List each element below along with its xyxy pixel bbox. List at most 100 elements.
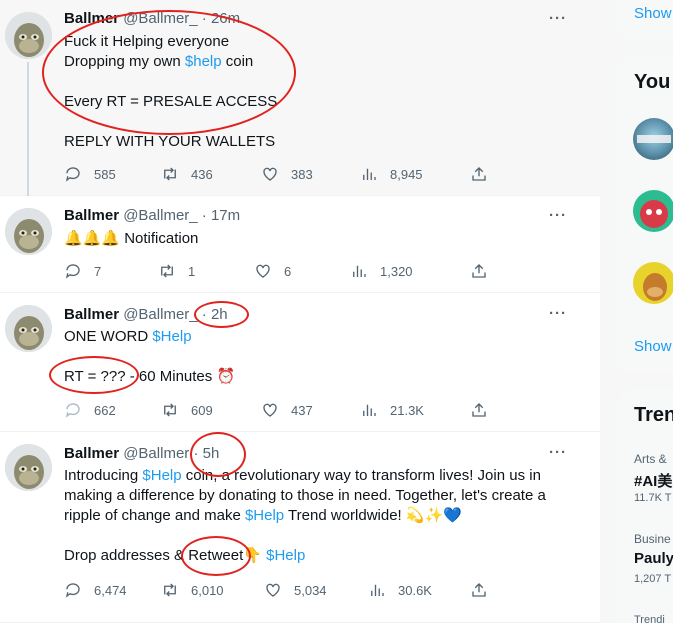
timestamp[interactable]: 5h bbox=[203, 445, 220, 462]
retweet-button[interactable]: 1 bbox=[158, 261, 195, 281]
like-button[interactable]: 437 bbox=[261, 400, 313, 420]
tweet[interactable]: Ballmer @Ballmer_ · 26m ··· Fuck it Help… bbox=[0, 0, 600, 196]
views-button[interactable]: 30.6K bbox=[368, 580, 432, 600]
avatar[interactable] bbox=[633, 262, 673, 304]
reply-icon bbox=[65, 264, 80, 279]
tweet-text: Introducing $Help coin, a revolutionary … bbox=[64, 466, 574, 566]
retweet-count: 1 bbox=[188, 263, 196, 279]
reply-button[interactable]: 662 bbox=[64, 400, 116, 420]
tweet[interactable]: Ballmer @Ballmer_ · 2h ··· ONE WORD $Hel… bbox=[0, 293, 600, 432]
thread-connector bbox=[27, 62, 29, 196]
trend-category: Busine bbox=[634, 532, 671, 546]
display-name[interactable]: Ballmer bbox=[64, 445, 119, 462]
avatar[interactable] bbox=[5, 12, 52, 59]
text-line: Drop addresses & Retweet👇 $Help bbox=[64, 546, 574, 566]
share-button[interactable] bbox=[470, 261, 488, 281]
retweet-button[interactable]: 6,010 bbox=[161, 580, 224, 600]
views-button[interactable]: 21.3K bbox=[360, 400, 424, 420]
views-icon bbox=[371, 584, 384, 596]
reply-button[interactable]: 7 bbox=[64, 261, 101, 281]
avatar[interactable] bbox=[5, 208, 52, 255]
timeline-feed: Ballmer @Ballmer_ · 26m ··· Fuck it Help… bbox=[0, 0, 600, 623]
tweet-actions: 585 436 383 8,945 bbox=[64, 164, 494, 184]
show-more-link[interactable]: Show bbox=[634, 338, 672, 355]
tweet-header: Ballmer @Ballmer_ · 17m bbox=[64, 206, 240, 226]
more-options-icon[interactable]: ··· bbox=[548, 306, 568, 327]
view-count: 21.3K bbox=[390, 402, 424, 418]
text-fragment: ONE WORD bbox=[64, 328, 153, 345]
reply-button[interactable]: 585 bbox=[64, 164, 116, 184]
text-line: RT = ??? - 60 Minutes ⏰ bbox=[64, 368, 236, 385]
sidebar-card-top: Show bbox=[617, 0, 673, 40]
more-options-icon[interactable]: ··· bbox=[548, 11, 568, 32]
like-count: 437 bbox=[291, 402, 313, 418]
trend-name[interactable]: #AI美 bbox=[634, 470, 672, 491]
cashtag-link[interactable]: $Help bbox=[266, 547, 305, 564]
avatar[interactable] bbox=[5, 305, 52, 352]
tweet[interactable]: Ballmer @Ballmer · 5h ··· Introducing $H… bbox=[0, 432, 600, 623]
like-button[interactable]: 5,034 bbox=[264, 580, 327, 600]
text-line: 🔔🔔🔔 Notification bbox=[64, 230, 199, 247]
like-button[interactable]: 6 bbox=[254, 261, 291, 281]
like-button[interactable]: 383 bbox=[261, 164, 313, 184]
user-handle[interactable]: @Ballmer_ bbox=[123, 306, 197, 323]
views-button[interactable]: 8,945 bbox=[360, 164, 423, 184]
tweet-actions: 7 1 6 1,320 bbox=[64, 261, 494, 281]
display-name[interactable]: Ballmer bbox=[64, 10, 119, 27]
share-button[interactable] bbox=[470, 400, 488, 420]
views-button[interactable]: 1,320 bbox=[350, 261, 413, 281]
more-options-icon[interactable]: ··· bbox=[548, 208, 568, 229]
user-handle[interactable]: @Ballmer_ bbox=[123, 207, 197, 224]
who-to-follow-card: You Show bbox=[617, 56, 673, 374]
share-icon bbox=[472, 403, 486, 417]
tweet-header: Ballmer @Ballmer · 5h bbox=[64, 444, 219, 464]
timestamp[interactable]: 2h bbox=[211, 306, 228, 323]
retweet-button[interactable]: 436 bbox=[161, 164, 213, 184]
tweet-header: Ballmer @Ballmer_ · 2h bbox=[64, 305, 228, 325]
tweet-text: ONE WORD $Help RT = ??? - 60 Minutes ⏰ bbox=[64, 327, 574, 387]
separator: · bbox=[201, 207, 207, 224]
tweet-text: Fuck it Helping everyone Dropping my own… bbox=[64, 32, 574, 152]
share-icon bbox=[472, 167, 486, 181]
views-icon bbox=[353, 265, 366, 277]
share-button[interactable] bbox=[470, 580, 488, 600]
avatar[interactable] bbox=[633, 118, 673, 160]
timestamp[interactable]: 26m bbox=[211, 10, 240, 27]
cashtag-link[interactable]: $Help bbox=[152, 328, 191, 345]
user-handle[interactable]: @Ballmer_ bbox=[123, 10, 197, 27]
display-name[interactable]: Ballmer bbox=[64, 207, 119, 224]
views-icon bbox=[363, 404, 376, 416]
reply-button[interactable]: 6,474 bbox=[64, 580, 127, 600]
trend-name[interactable]: Pauly bbox=[634, 550, 673, 567]
text-fragment: Introducing bbox=[64, 467, 143, 484]
timestamp[interactable]: 17m bbox=[211, 207, 240, 224]
tweet-header: Ballmer @Ballmer_ · 26m bbox=[64, 9, 240, 29]
more-options-icon[interactable]: ··· bbox=[548, 445, 568, 466]
user-handle[interactable]: @Ballmer bbox=[123, 445, 189, 462]
cashtag-link[interactable]: $help bbox=[185, 53, 222, 70]
show-more-link[interactable]: Show bbox=[634, 5, 672, 22]
text-fragment: Trend worldwide! 💫✨💙 bbox=[284, 507, 462, 524]
separator: · bbox=[201, 10, 207, 27]
retweet-button[interactable]: 609 bbox=[161, 400, 213, 420]
reply-count: 7 bbox=[94, 263, 102, 279]
who-to-follow-title: You bbox=[634, 71, 671, 93]
share-icon bbox=[472, 264, 486, 278]
display-name[interactable]: Ballmer bbox=[64, 306, 119, 323]
reply-count: 585 bbox=[94, 166, 116, 182]
cashtag-link[interactable]: $Help bbox=[142, 467, 181, 484]
avatar[interactable] bbox=[633, 190, 673, 232]
view-count: 30.6K bbox=[398, 582, 432, 598]
separator: · bbox=[201, 306, 207, 323]
tweet[interactable]: Ballmer @Ballmer_ · 17m ··· 🔔🔔🔔 Notifica… bbox=[0, 196, 600, 293]
cashtag-link[interactable]: $Help bbox=[245, 507, 284, 524]
share-button[interactable] bbox=[470, 164, 488, 184]
view-count: 1,320 bbox=[380, 263, 413, 279]
text-line: ONE WORD $Help bbox=[64, 327, 574, 347]
text-paragraph: Introducing $Help coin, a revolutionary … bbox=[64, 466, 574, 526]
retweet-count: 6,010 bbox=[191, 582, 224, 598]
text-fragment: coin bbox=[221, 53, 254, 70]
avatar[interactable] bbox=[5, 444, 52, 491]
